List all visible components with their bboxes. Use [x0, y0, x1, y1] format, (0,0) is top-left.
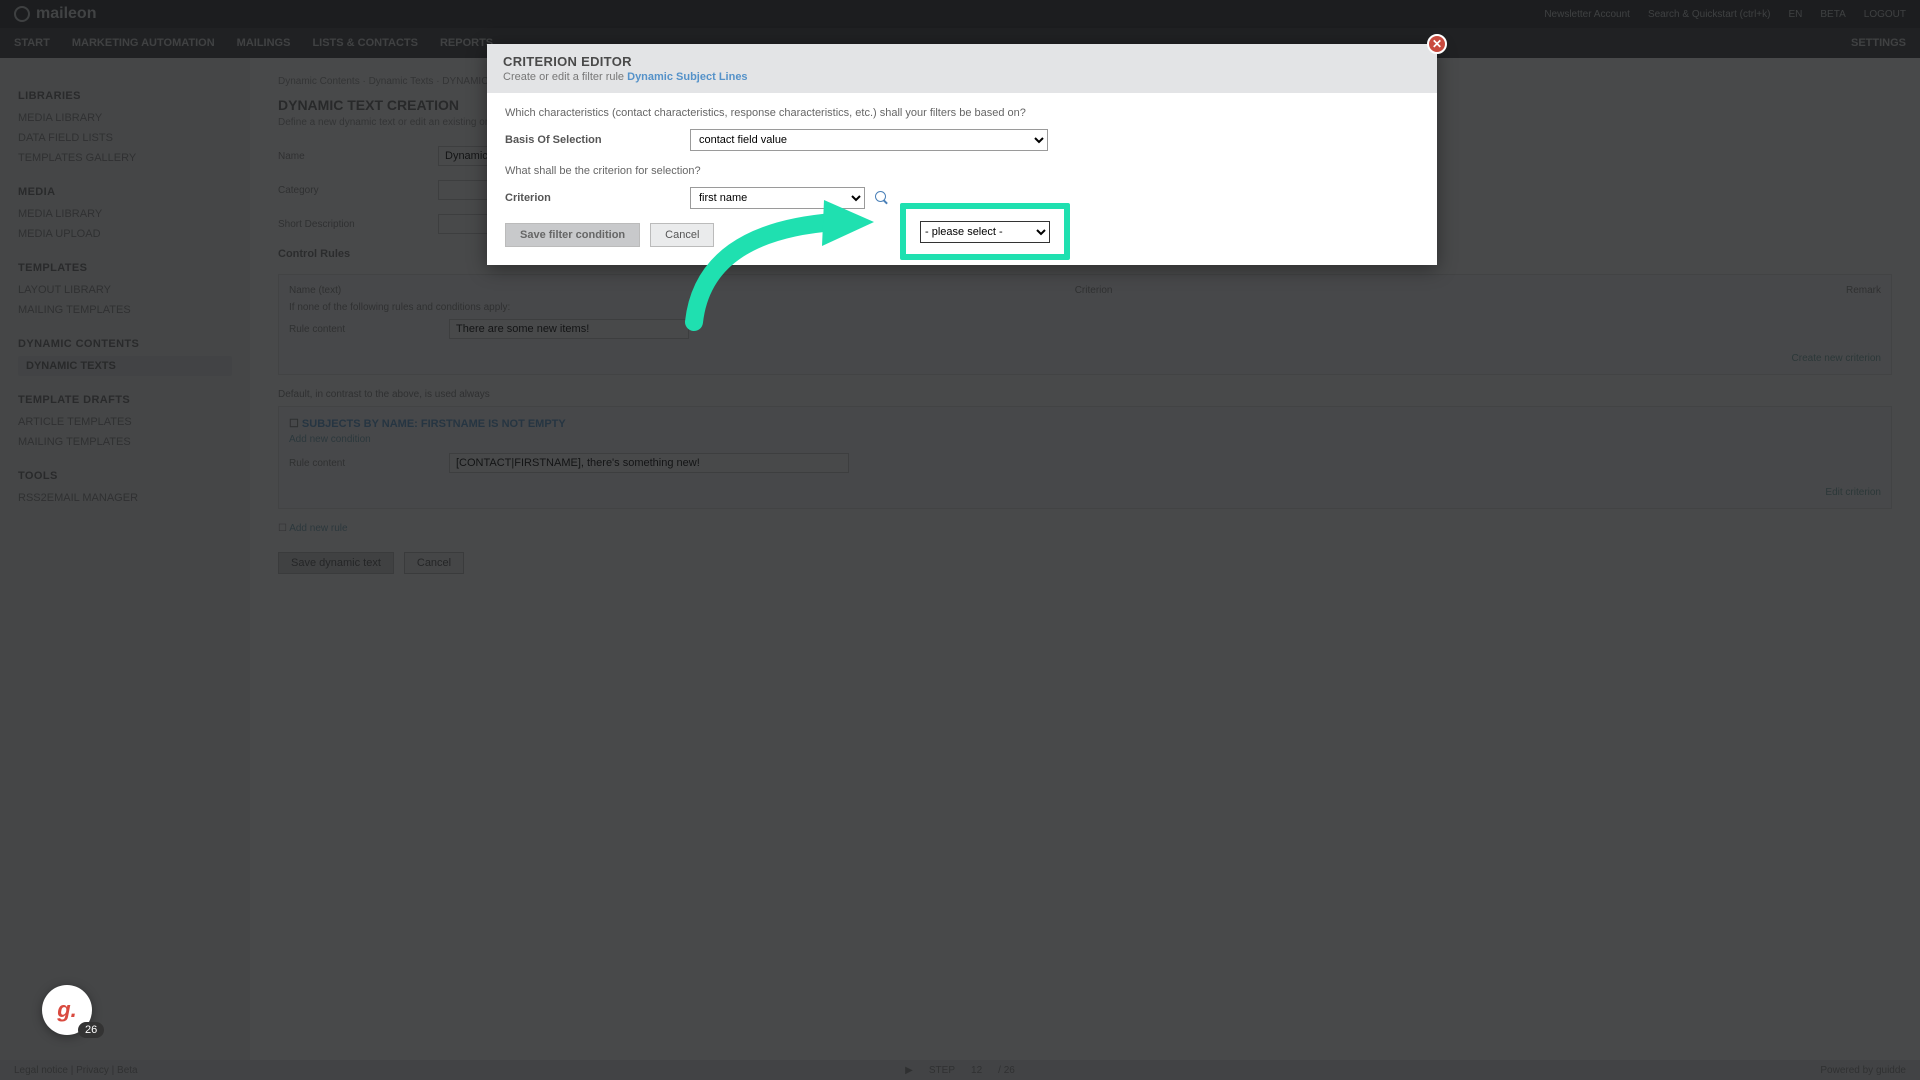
basis-of-selection-select[interactable]: contact field value — [690, 129, 1048, 151]
modal-close-button[interactable]: ✕ — [1427, 34, 1447, 54]
basis-of-selection-label: Basis Of Selection — [505, 134, 690, 146]
modal-subtitle-link[interactable]: Dynamic Subject Lines — [627, 71, 747, 83]
modal-subtitle-prefix: Create or edit a filter rule — [503, 71, 627, 83]
modal-title: CRITERION EDITOR — [503, 54, 1421, 69]
modal-question-2: What shall be the criterion for selectio… — [505, 165, 1419, 177]
cancel-filter-button[interactable]: Cancel — [650, 223, 714, 247]
guidde-badge-count: 26 — [78, 1022, 104, 1038]
close-icon: ✕ — [1432, 38, 1442, 50]
search-icon[interactable] — [875, 191, 890, 206]
save-filter-condition-button[interactable]: Save filter condition — [505, 223, 640, 247]
modal-header: CRITERION EDITOR Create or edit a filter… — [487, 44, 1437, 93]
guidde-badge-letter: g. — [57, 997, 77, 1023]
criterion-label: Criterion — [505, 192, 690, 204]
criterion-select[interactable]: first name — [690, 187, 865, 209]
modal-question-1: Which characteristics (contact character… — [505, 107, 1419, 119]
operator-highlight: - please select - — [900, 203, 1070, 260]
operator-select[interactable]: - please select - — [920, 221, 1050, 243]
